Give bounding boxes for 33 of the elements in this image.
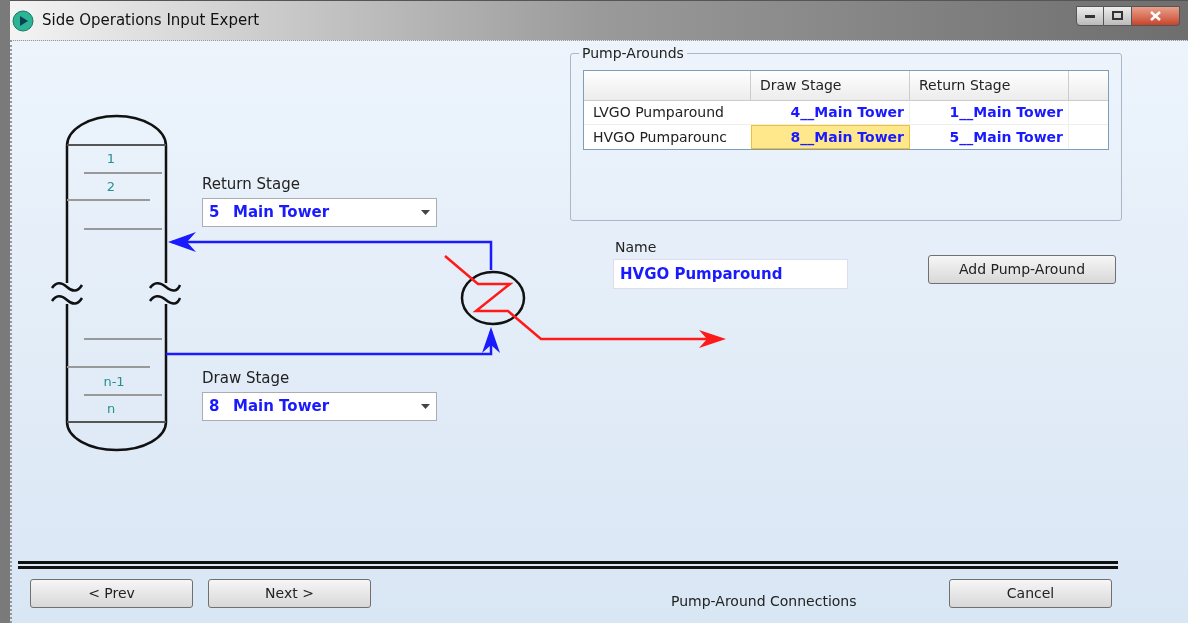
close-icon bbox=[1150, 10, 1161, 21]
maximize-icon bbox=[1112, 11, 1123, 20]
minimize-icon bbox=[1085, 13, 1095, 18]
dropdown-label: Return Stage bbox=[202, 174, 300, 195]
stage-number: 1 bbox=[106, 151, 116, 166]
table-cell[interactable]: 8__Main Tower bbox=[751, 125, 910, 149]
stage-number: 2 bbox=[106, 179, 116, 194]
next-button[interactable]: Next > bbox=[208, 579, 371, 608]
prev-button[interactable]: < Prev bbox=[30, 579, 193, 608]
app-icon bbox=[12, 9, 34, 32]
column-header: Return Stage bbox=[910, 71, 1069, 100]
window-title: Side Operations Input Expert bbox=[42, 10, 260, 32]
stage-dropdown[interactable]: 8 Main Tower bbox=[202, 392, 437, 421]
field-label: Name bbox=[615, 238, 658, 257]
dropdown-label: Draw Stage bbox=[202, 368, 290, 389]
caret-icon bbox=[421, 210, 430, 215]
table-cell[interactable]: 4__Main Tower bbox=[751, 101, 910, 124]
stage-dropdown[interactable]: 5 Main Tower bbox=[202, 198, 437, 227]
column-header: Draw Stage bbox=[751, 71, 910, 100]
minimize-button[interactable] bbox=[1076, 5, 1104, 26]
stage-number: n-1 bbox=[103, 374, 125, 389]
maximize-button[interactable] bbox=[1104, 5, 1132, 26]
add-pump-around-button[interactable]: Add Pump-Around bbox=[928, 255, 1116, 284]
close-button[interactable] bbox=[1132, 5, 1180, 26]
table-cell-text: LVGO Pumparound bbox=[592, 103, 725, 122]
table-cell-text: HVGO Pumparounc bbox=[592, 127, 729, 147]
cancel-button[interactable]: Cancel bbox=[949, 579, 1112, 608]
caret-icon bbox=[421, 404, 430, 409]
table-cell[interactable]: 1__Main Tower bbox=[910, 101, 1069, 124]
step-title: Pump-Around Connections bbox=[671, 592, 857, 611]
name-field[interactable]: HVGO Pumparound bbox=[613, 259, 848, 289]
stage-number: n bbox=[106, 401, 116, 416]
table-cell[interactable]: 5__Main Tower bbox=[910, 125, 1069, 149]
